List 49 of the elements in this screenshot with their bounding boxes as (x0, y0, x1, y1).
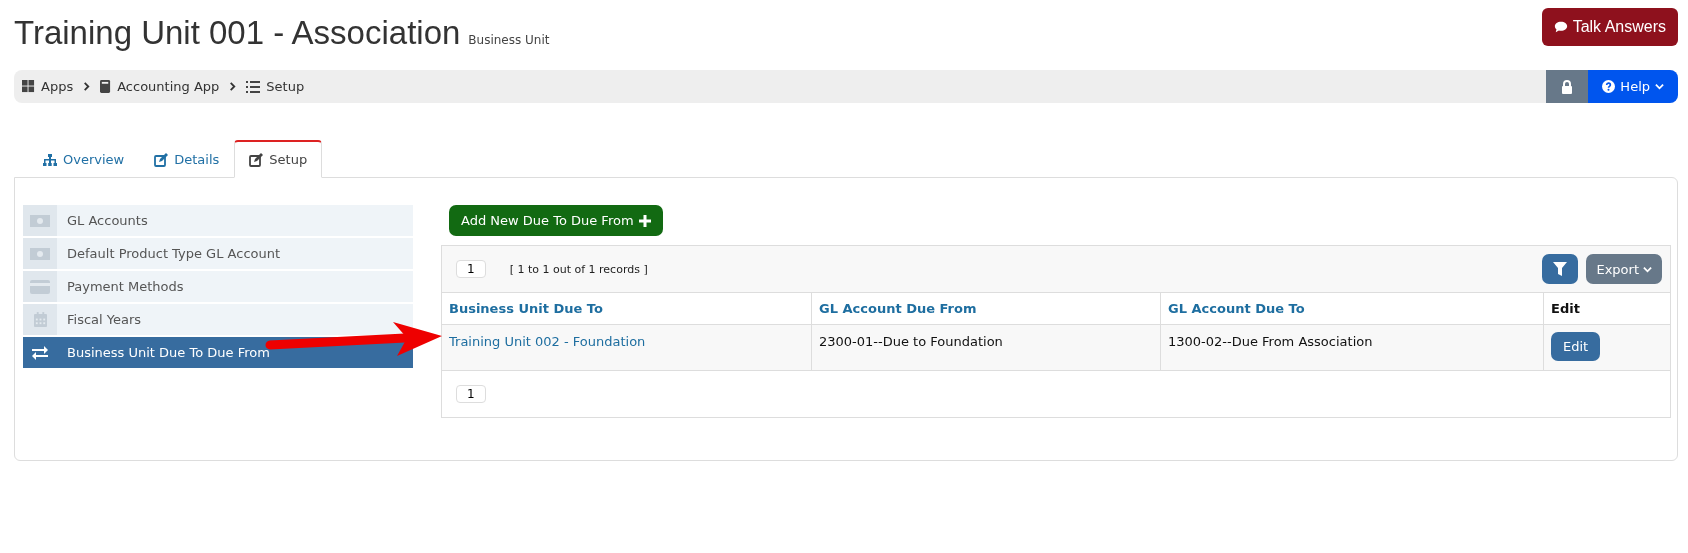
calendar-icon (33, 312, 47, 327)
chevron-right-icon (228, 82, 238, 91)
question-circle-icon (1602, 80, 1616, 93)
filter-button[interactable] (1542, 254, 1579, 284)
lock-button[interactable] (1546, 70, 1589, 103)
sidebar-item[interactable]: Default Product Type GL Account (23, 238, 413, 269)
talk-answers-button[interactable]: Talk Answers (1541, 8, 1678, 46)
credit-card-icon (30, 279, 50, 294)
page-number-button[interactable]: 1 (456, 385, 486, 403)
money-icon (30, 247, 50, 260)
caret-down-icon (1643, 264, 1652, 274)
page-subtitle: Business Unit (468, 33, 550, 47)
book-icon (100, 80, 112, 93)
help-button[interactable]: Help (1588, 70, 1678, 103)
edit-icon (154, 152, 169, 167)
column-header: Edit (1543, 293, 1670, 325)
breadcrumb-link[interactable]: Apps (22, 79, 74, 94)
column-header[interactable]: GL Account Due To (1160, 293, 1544, 325)
page-title: Training Unit 001 - Association (14, 14, 461, 52)
tab[interactable]: Overview (28, 141, 140, 178)
column-header[interactable]: Business Unit Due To (442, 293, 812, 325)
breadcrumb-link[interactable]: Setup (246, 79, 305, 94)
grid-icon (22, 80, 35, 93)
breadcrumb-link[interactable]: Accounting App (100, 79, 220, 94)
export-button[interactable]: Export (1586, 254, 1662, 284)
table-cell: 1300-02--Due From Association (1160, 324, 1544, 371)
filter-icon (1553, 262, 1568, 276)
money-icon (30, 214, 50, 227)
list-icon (246, 80, 261, 93)
tab[interactable]: Setup (234, 140, 323, 178)
record-summary: [ 1 to 1 out of 1 records ] (509, 262, 648, 276)
sitemap-icon (43, 153, 57, 166)
sidebar-item[interactable]: Payment Methods (23, 271, 413, 302)
column-header[interactable]: GL Account Due From (811, 293, 1161, 325)
edit-button[interactable]: Edit (1551, 332, 1601, 361)
business-unit-link[interactable]: Training Unit 002 - Foundation (449, 334, 646, 349)
add-new-button[interactable]: Add New Due To Due From (449, 205, 663, 236)
plus-icon (638, 214, 651, 227)
lock-icon (1561, 79, 1574, 94)
page-number-button[interactable]: 1 (456, 260, 486, 278)
sidebar-item[interactable]: GL Accounts (23, 205, 413, 236)
sidebar-item[interactable]: Fiscal Years (23, 304, 413, 335)
edit-icon (249, 152, 264, 167)
exchange-icon (32, 345, 48, 360)
caret-down-icon (1655, 82, 1664, 91)
table-cell: 2300-01--Due to Foundation (811, 324, 1161, 371)
speech-bubble-icon (1553, 20, 1568, 34)
chevron-right-icon (82, 82, 92, 91)
tab[interactable]: Details (139, 141, 235, 178)
